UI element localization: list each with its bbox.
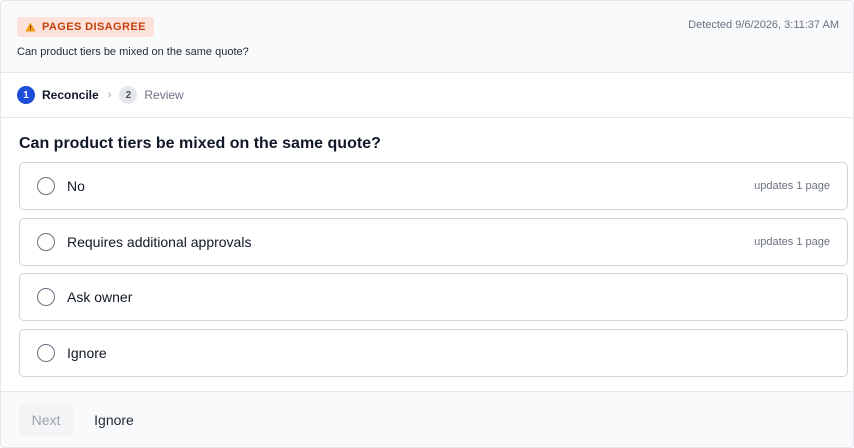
option-no[interactable]: No updates 1 page [19,162,848,210]
status-badge: PAGES DISAGREE [17,17,154,37]
step-label: Reconcile [42,88,99,102]
status-badge-label: PAGES DISAGREE [42,21,146,33]
option-meta: updates 1 page [754,180,830,192]
option-meta: updates 1 page [754,236,830,248]
option-label: Ask owner [67,289,133,305]
warning-icon [25,22,36,32]
question-title: Can product tiers be mixed on the same q… [19,135,381,152]
radio-icon[interactable] [37,233,55,251]
step-reconcile[interactable]: 1 Reconcile [17,86,99,104]
radio-icon[interactable] [37,288,55,306]
step-number: 1 [17,86,35,104]
stepper: 1 Reconcile › 2 Review [1,73,853,118]
action-footer: Next Ignore [1,391,853,447]
option-ignore[interactable]: Ignore [19,329,848,377]
reconcile-panel: PAGES DISAGREE Detected 9/6/2026, 3:11:3… [0,0,854,448]
option-label: No [67,178,85,194]
chevron-right-icon: › [107,89,112,101]
option-requires-approvals[interactable]: Requires additional approvals updates 1 … [19,218,848,266]
option-label: Ignore [67,345,107,361]
conflict-header: PAGES DISAGREE Detected 9/6/2026, 3:11:3… [1,1,853,73]
step-label: Review [144,88,184,102]
ignore-button[interactable]: Ignore [81,403,147,436]
next-button[interactable]: Next [19,403,73,436]
detected-timestamp: Detected 9/6/2026, 3:11:37 AM [688,19,839,31]
radio-icon[interactable] [37,344,55,362]
step-review[interactable]: 2 Review [119,86,184,104]
option-label: Requires additional approvals [67,234,252,250]
radio-icon[interactable] [37,177,55,195]
conflict-question: Can product tiers be mixed on the same q… [17,46,249,58]
option-ask-owner[interactable]: Ask owner [19,273,848,321]
step-number: 2 [119,86,138,104]
